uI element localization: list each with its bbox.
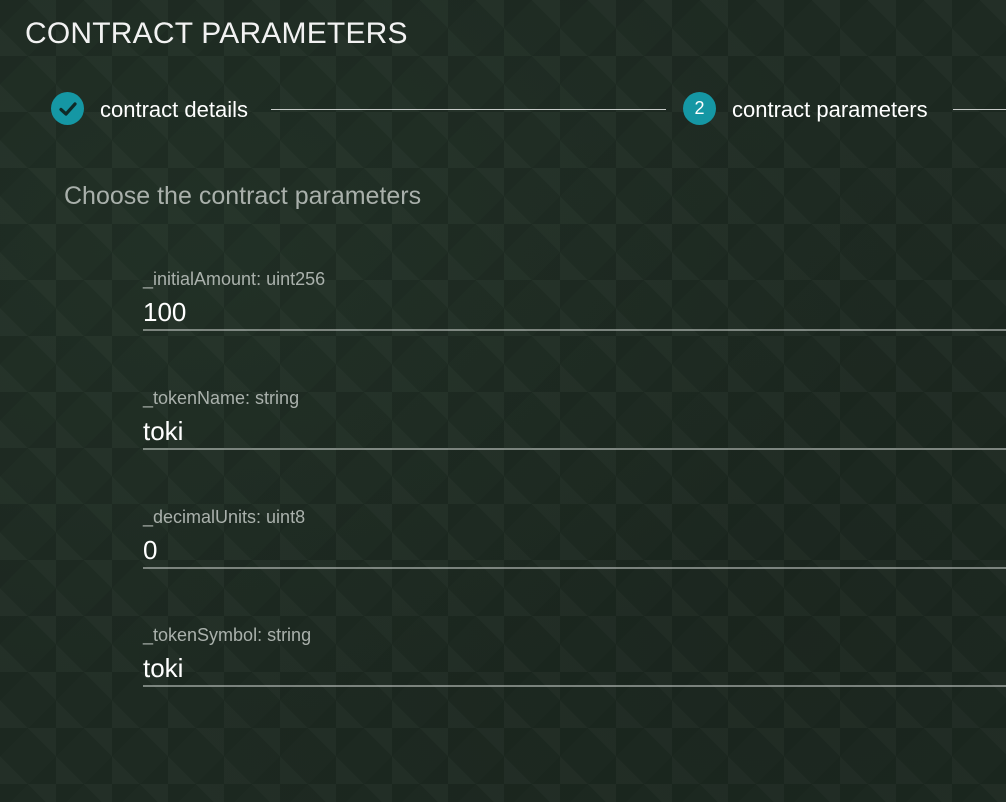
token-name-field: _tokenName: string: [143, 388, 1006, 468]
step-label-contract-parameters[interactable]: contract parameters: [732, 97, 928, 123]
step-number: 2: [694, 98, 705, 118]
step-label-contract-details[interactable]: contract details: [100, 97, 248, 123]
decimal-units-label: _decimalUnits: uint8: [143, 507, 306, 527]
initial-amount-field: _initialAmount: uint256: [143, 269, 1006, 349]
step-connector: [271, 109, 666, 110]
token-symbol-input[interactable]: [143, 651, 1006, 687]
token-symbol-field: _tokenSymbol: string: [143, 625, 1006, 705]
token-name-input[interactable]: [143, 414, 1006, 450]
section-subtitle: Choose the contract parameters: [64, 182, 422, 210]
token-symbol-label: _tokenSymbol: string: [143, 625, 312, 645]
page-title: CONTRACT PARAMETERS: [25, 17, 408, 50]
initial-amount-label: _initialAmount: uint256: [143, 269, 326, 289]
check-icon: [58, 101, 77, 116]
decimal-units-input[interactable]: [143, 533, 1006, 569]
stepper: contract details 2 contract parameters: [51, 92, 1006, 126]
step-completed-badge[interactable]: [51, 92, 84, 125]
token-name-label: _tokenName: string: [143, 388, 300, 408]
step-number-badge[interactable]: 2: [683, 92, 716, 125]
step-connector: [953, 109, 1006, 110]
contract-parameters-page: CONTRACT PARAMETERS contract details 2 c…: [0, 0, 1006, 802]
decimal-units-field: _decimalUnits: uint8: [143, 507, 1006, 587]
initial-amount-input[interactable]: [143, 295, 1006, 331]
